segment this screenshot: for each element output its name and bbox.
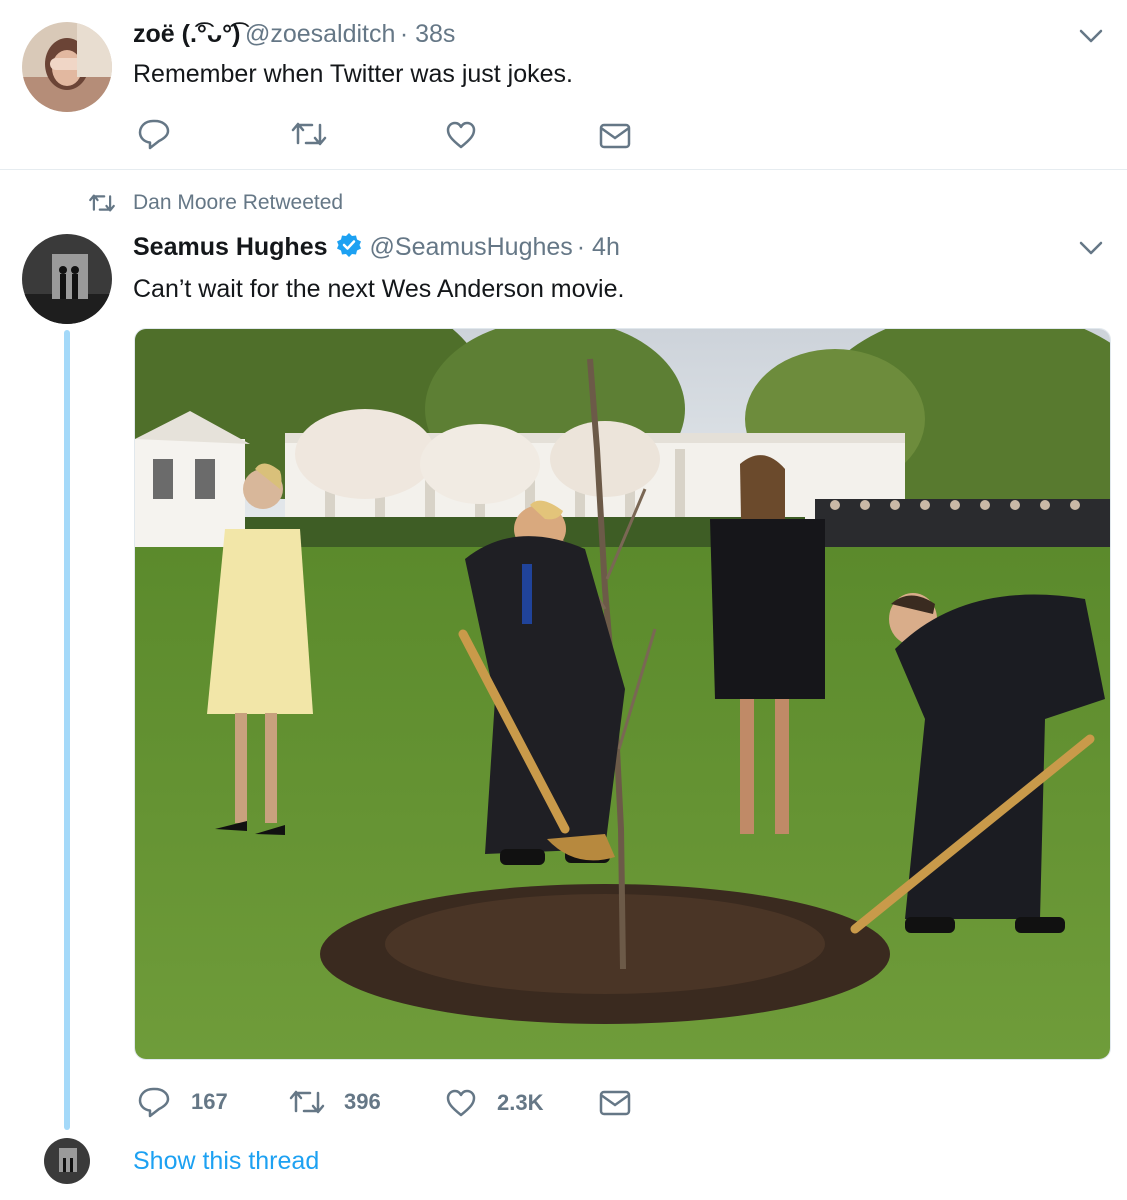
reply-icon xyxy=(138,119,170,150)
thread-avatar[interactable] xyxy=(44,1138,90,1184)
retweet-button[interactable]: 396 xyxy=(288,1089,381,1115)
retweet-context-label[interactable]: Dan Moore Retweeted xyxy=(133,191,343,215)
reply-count: 167 xyxy=(191,1089,228,1114)
dm-icon xyxy=(599,123,631,149)
tweet-timestamp[interactable]: · 4h xyxy=(577,233,620,262)
author-name[interactable]: Seamus Hughes xyxy=(133,233,328,262)
like-icon xyxy=(446,1089,476,1117)
dm-icon xyxy=(599,1090,631,1116)
reply-button[interactable]: 167 xyxy=(137,1086,228,1118)
avatar-seamus[interactable] xyxy=(22,234,112,324)
retweet-count: 396 xyxy=(344,1089,381,1114)
retweet-context-icon xyxy=(88,193,116,218)
like-icon xyxy=(446,121,476,149)
show-thread-link[interactable]: Show this thread xyxy=(133,1147,319,1176)
retweet-button[interactable] xyxy=(290,121,328,152)
caret-down-icon[interactable] xyxy=(1078,240,1104,261)
tweet-timestamp[interactable]: · 38s xyxy=(400,20,456,48)
tweet-text: Can’t wait for the next Wes Anderson mov… xyxy=(133,275,625,303)
reply-button[interactable] xyxy=(137,118,171,155)
thread-line xyxy=(64,330,70,1130)
direct-message-button[interactable] xyxy=(598,1089,632,1122)
like-count: 2.3K xyxy=(497,1090,544,1115)
verified-badge-icon xyxy=(336,232,362,263)
avatar-zoe[interactable] xyxy=(22,22,112,112)
tweet-text: Remember when Twitter was just jokes. xyxy=(133,60,573,88)
like-button[interactable]: 2.3K xyxy=(445,1088,543,1118)
like-button[interactable] xyxy=(445,120,477,155)
tweet-divider xyxy=(0,169,1127,170)
retweet-icon xyxy=(291,122,327,146)
reply-icon xyxy=(138,1087,170,1118)
direct-message-button[interactable] xyxy=(598,122,632,155)
author-handle[interactable]: @zoesalditch xyxy=(245,20,395,48)
retweet-icon xyxy=(289,1090,325,1114)
author-name[interactable]: zoë (.͡°ᴗ°͡) xyxy=(133,20,240,48)
tweet-photo[interactable] xyxy=(134,328,1111,1060)
author-handle[interactable]: @SeamusHughes xyxy=(370,233,573,262)
caret-down-icon[interactable] xyxy=(1078,28,1104,49)
